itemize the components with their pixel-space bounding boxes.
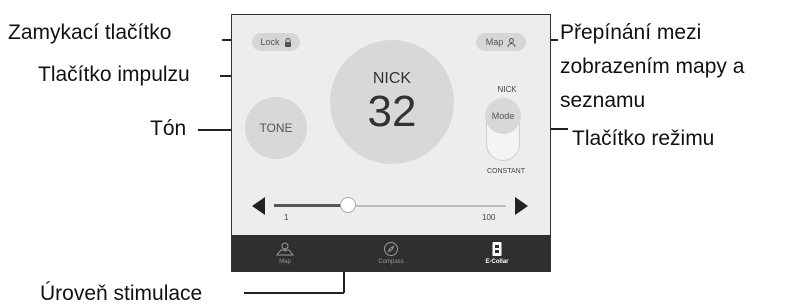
- slider-max-label: 100: [482, 213, 496, 222]
- map-icon: [275, 242, 295, 256]
- mode-toggle[interactable]: Mode: [485, 98, 521, 161]
- nav-tab-e-collar-label: E-Collar: [485, 259, 509, 265]
- compass-icon: [384, 242, 398, 256]
- lock-button-label: Lock: [260, 37, 280, 47]
- nav-tab-compass-label: Compass: [378, 259, 404, 265]
- nav-tab-map-label: Map: [279, 259, 291, 265]
- lock-button[interactable]: Lock: [252, 33, 300, 51]
- map-list-toggle-button[interactable]: Map: [476, 33, 526, 51]
- callout-mode: Tlačítko režimu: [572, 127, 715, 150]
- map-button-label: Map: [485, 37, 504, 47]
- callout-tone: Tón: [150, 117, 187, 140]
- person-icon: [507, 37, 516, 47]
- mode-nick-label: NICK: [497, 85, 517, 94]
- app-screen: Lock Map NICK 32 TONE NICK Mode CONSTANT…: [231, 14, 551, 272]
- nav-tab-map[interactable]: Map: [232, 235, 338, 271]
- callout-impulse: Tlačítko impulzu: [38, 63, 190, 86]
- increase-arrow[interactable]: [515, 197, 528, 215]
- slider-min-label: 1: [284, 213, 289, 222]
- callout-map-switch: seznamu: [560, 89, 646, 112]
- callout-map-switch: Přepínání mezi: [560, 21, 702, 44]
- impulse-label: NICK: [372, 70, 412, 87]
- lock-icon: [284, 37, 291, 47]
- leader-line: [244, 292, 344, 294]
- decrease-arrow[interactable]: [252, 197, 265, 215]
- callout-stimulation: Úroveň stimulace: [40, 282, 203, 305]
- mode-constant-label: CONSTANT: [487, 168, 525, 175]
- tone-label: TONE: [259, 121, 293, 135]
- nav-tab-compass[interactable]: Compass: [338, 235, 444, 271]
- stimulation-slider-thumb[interactable]: [340, 197, 357, 213]
- stimulation-slider-fill: [274, 204, 349, 207]
- callout-map-switch: zobrazením mapy a: [560, 55, 745, 78]
- bottom-nav: Map Compass E-Collar: [232, 235, 550, 271]
- callout-lock: Zamykací tlačítko: [8, 21, 172, 44]
- nav-tab-e-collar[interactable]: E-Collar: [444, 235, 550, 271]
- mode-label: Mode: [491, 111, 515, 121]
- stimulation-level-value: 32: [367, 87, 417, 136]
- tone-button[interactable]: TONE: [245, 97, 307, 159]
- impulse-button[interactable]: NICK 32: [330, 40, 454, 164]
- mode-button[interactable]: Mode: [485, 98, 521, 134]
- e-collar-icon: [492, 242, 502, 256]
